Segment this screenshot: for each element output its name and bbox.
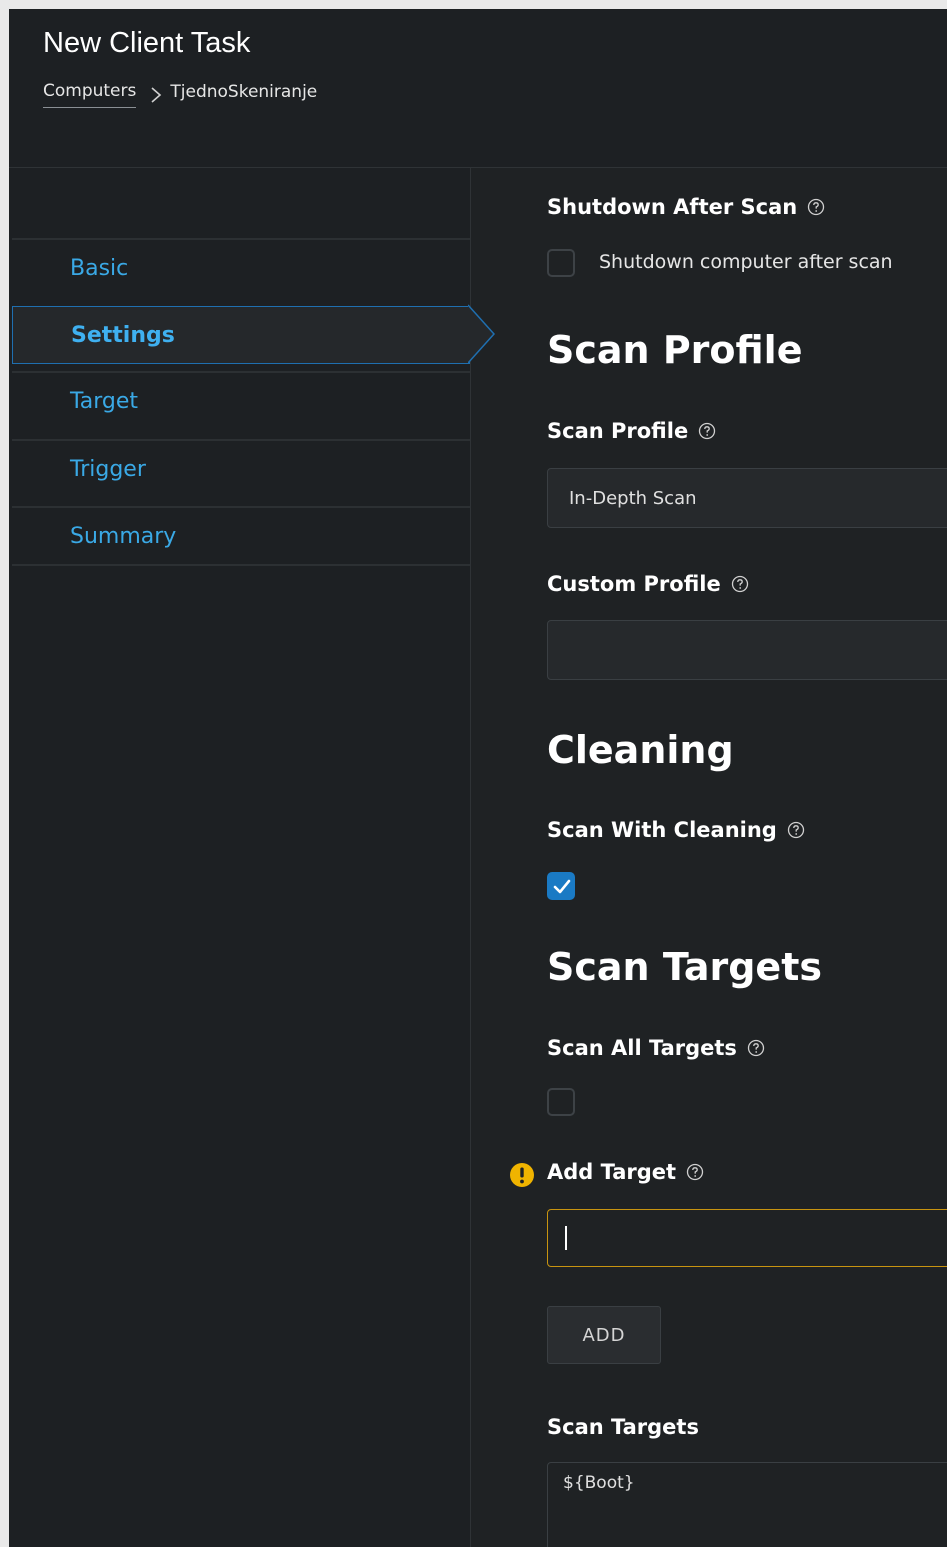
page-title: New Client Task [43,27,251,59]
scan-all-targets-label: Scan All Targets [547,1036,765,1060]
sidebar-divider [12,564,470,566]
scan-targets-textarea[interactable]: ${Boot} [547,1462,947,1547]
scan-profile-label: Scan Profile [547,419,716,443]
sidebar-item-label: Trigger [70,456,146,482]
help-circle-icon[interactable] [747,1039,765,1057]
field-label-text: Scan With Cleaning [547,818,777,842]
help-circle-icon[interactable] [686,1163,704,1181]
scan-profile-heading: Scan Profile [547,328,803,372]
shutdown-computer-checkbox-label[interactable]: Shutdown computer after scan [599,251,893,273]
add-target-label: Add Target [547,1160,704,1184]
cleaning-heading: Cleaning [547,728,734,772]
sidebar-item-label: Basic [70,255,129,281]
scan-with-cleaning-label: Scan With Cleaning [547,818,805,842]
help-circle-icon[interactable] [807,198,825,216]
breadcrumb-current: TjednoSkeniranje [170,81,318,102]
scan-profile-value: In-Depth Scan [569,487,697,509]
scan-targets-value: ${Boot} [563,1473,635,1493]
add-target-input[interactable] [547,1209,947,1267]
field-label-text: Shutdown After Scan [547,195,798,219]
sidebar-item-settings[interactable]: Settings [12,306,470,364]
help-circle-icon[interactable] [787,821,805,839]
shutdown-after-scan-label: Shutdown After Scan [547,195,825,219]
field-label-text: Add Target [547,1160,677,1184]
breadcrumb-link-computers[interactable]: Computers [43,81,137,108]
scan-with-cleaning-checkbox[interactable] [547,872,575,900]
sidebar-item-summary[interactable]: Summary [12,506,470,564]
text-caret [565,1226,567,1250]
custom-profile-select[interactable] [547,620,947,680]
sidebar-item-basic[interactable]: Basic [12,238,470,296]
sidebar-item-label: Target [70,388,139,414]
page-header: New Client Task Computers TjednoSkeniran… [9,9,947,168]
sidebar-item-label: Settings [71,322,175,348]
checkmark-icon [553,879,571,894]
scan-targets-heading: Scan Targets [547,945,822,989]
field-label-text: Custom Profile [547,572,721,596]
sidebar-item-label: Summary [70,523,177,549]
warning-icon [510,1163,534,1187]
wizard-sidebar: Basic Settings Target Trigger Summary [9,168,471,1547]
custom-profile-label: Custom Profile [547,572,749,596]
field-label-text: Scan Targets [547,1415,699,1439]
sidebar-item-trigger[interactable]: Trigger [12,439,470,497]
breadcrumb: Computers TjednoSkeniranje [43,81,317,108]
task-window: New Client Task Computers TjednoSkeniran… [9,9,947,1547]
settings-panel: Shutdown After Scan Shutdown computer af… [471,168,947,1547]
help-circle-icon[interactable] [698,422,716,440]
help-circle-icon[interactable] [731,575,749,593]
field-label-text: Scan Profile [547,419,689,443]
sidebar-item-target[interactable]: Target [12,371,470,429]
add-target-button[interactable]: ADD [547,1306,661,1364]
shutdown-computer-checkbox[interactable] [547,249,575,277]
scan-all-targets-checkbox[interactable] [547,1088,575,1116]
scan-targets-list-label: Scan Targets [547,1415,699,1439]
chevron-right-icon [151,86,162,103]
scan-profile-select[interactable]: In-Depth Scan [547,468,947,528]
field-label-text: Scan All Targets [547,1036,737,1060]
